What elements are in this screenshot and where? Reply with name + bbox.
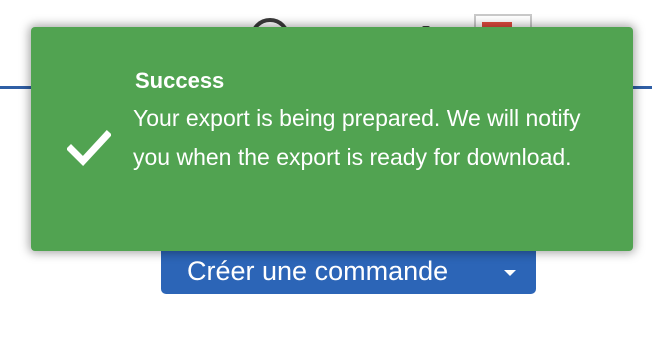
screen: Créer une commande Success Your export i… [0,0,652,342]
toast-title: Success [135,68,225,93]
toast-message: Your export is being prepared. We will n… [133,105,581,170]
success-toast[interactable]: Success Your export is being prepared. W… [31,27,633,251]
create-order-label: Créer une commande [187,255,449,286]
checkmark-icon [67,130,111,167]
caret-down-icon[interactable] [504,270,516,276]
